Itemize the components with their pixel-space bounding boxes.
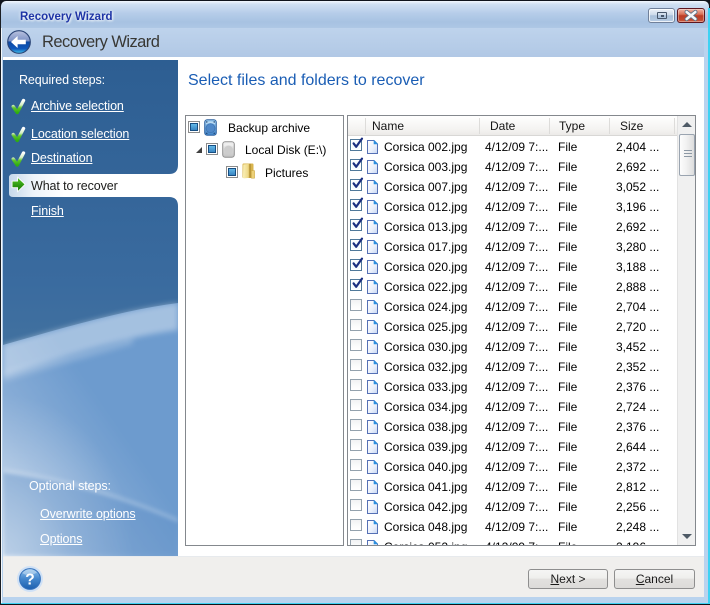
svg-text:?: ? — [25, 572, 34, 589]
